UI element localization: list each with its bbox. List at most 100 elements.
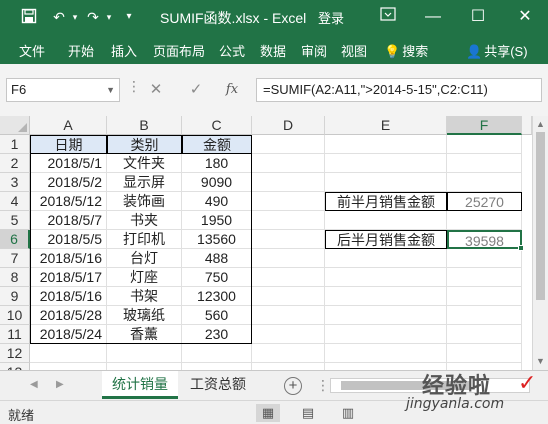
scroll-thumb[interactable] <box>536 132 545 300</box>
row-header-8[interactable]: 8 <box>0 268 30 287</box>
tab-view[interactable]: 视图 <box>341 41 367 60</box>
date-cell[interactable]: 2018/5/24 <box>30 325 107 344</box>
date-cell[interactable]: 2018/5/5 <box>30 230 107 249</box>
date-cell[interactable]: 2018/5/16 <box>30 249 107 268</box>
undo-dropdown-icon[interactable]: ▾ <box>66 8 84 26</box>
row-header-10[interactable]: 10 <box>0 306 30 325</box>
grid-cell[interactable] <box>252 173 325 192</box>
grid-cell[interactable] <box>325 211 447 230</box>
grid-cell[interactable] <box>325 135 447 154</box>
row-header-4[interactable]: 4 <box>0 192 30 211</box>
summary-value-cell[interactable]: 25270 <box>447 192 522 211</box>
chevron-down-icon[interactable]: ▼ <box>106 79 115 101</box>
name-box[interactable]: F6 ▼ <box>6 78 120 102</box>
amount-cell[interactable]: 9090 <box>182 173 252 192</box>
table-header-cell[interactable]: 日期 <box>30 135 107 154</box>
grid-cell[interactable] <box>447 211 522 230</box>
page-layout-view-icon[interactable]: ▤ <box>296 404 320 422</box>
close-icon[interactable]: ✕ <box>510 4 540 30</box>
date-cell[interactable]: 2018/5/2 <box>30 173 107 192</box>
grid-cell[interactable] <box>447 154 522 173</box>
category-cell[interactable]: 灯座 <box>107 268 182 287</box>
grid-cell[interactable] <box>447 344 522 363</box>
summary-label-cell[interactable]: 前半月销售金额 <box>325 192 447 211</box>
amount-cell[interactable]: 230 <box>182 325 252 344</box>
grid-cell[interactable] <box>325 363 447 370</box>
category-cell[interactable]: 装饰画 <box>107 192 182 211</box>
row-header-3[interactable]: 3 <box>0 173 30 192</box>
grid-cell[interactable] <box>447 363 522 370</box>
date-cell[interactable]: 2018/5/7 <box>30 211 107 230</box>
grid-cell[interactable] <box>325 306 447 325</box>
category-cell[interactable]: 玻璃纸 <box>107 306 182 325</box>
column-header-d[interactable]: D <box>252 116 325 135</box>
date-cell[interactable]: 2018/5/28 <box>30 306 107 325</box>
amount-cell[interactable]: 12300 <box>182 287 252 306</box>
amount-cell[interactable]: 180 <box>182 154 252 173</box>
next-sheet-icon[interactable]: ▶ <box>56 379 64 390</box>
grid-cell[interactable] <box>447 306 522 325</box>
vertical-scrollbar[interactable]: ▲ ▼ <box>532 116 548 370</box>
category-cell[interactable]: 显示屏 <box>107 173 182 192</box>
grid-cell[interactable] <box>252 306 325 325</box>
date-cell[interactable]: 2018/5/16 <box>30 287 107 306</box>
row-header-12[interactable]: 12 <box>0 344 30 363</box>
summary-label-cell[interactable]: 后半月销售金额 <box>325 230 447 249</box>
grid-cell[interactable] <box>325 249 447 268</box>
grid-cell[interactable] <box>30 363 107 370</box>
table-header-cell[interactable]: 金额 <box>182 135 252 154</box>
scroll-up-icon[interactable]: ▲ <box>536 119 545 129</box>
category-cell[interactable]: 台灯 <box>107 249 182 268</box>
row-header-11[interactable]: 11 <box>0 325 30 344</box>
grid-cell[interactable] <box>252 249 325 268</box>
grid-cell[interactable] <box>182 344 252 363</box>
tab-insert[interactable]: 插入 <box>111 41 137 60</box>
cancel-icon[interactable]: ✕ <box>146 79 166 101</box>
customize-toolbar-icon[interactable]: ▾ <box>120 8 138 26</box>
active-cell[interactable]: 39598 <box>447 230 524 251</box>
sheet-tab-salary[interactable]: 工资总额 <box>180 371 256 399</box>
category-cell[interactable]: 书架 <box>107 287 182 306</box>
grid-cell[interactable] <box>325 173 447 192</box>
row-header-5[interactable]: 5 <box>0 211 30 230</box>
tell-me-search[interactable]: 💡 搜索 <box>384 41 428 60</box>
grid-cell[interactable] <box>325 154 447 173</box>
row-header-6[interactable]: 6 <box>0 230 30 249</box>
restore-icon[interactable]: ☐ <box>463 4 493 30</box>
category-cell[interactable]: 香薰 <box>107 325 182 344</box>
tab-file[interactable]: 文件 <box>19 41 45 60</box>
spreadsheet-grid[interactable]: ▲ ▼ ABCDEF12345678910111213日期类别金额2018/5/… <box>0 116 548 370</box>
tab-home[interactable]: 开始 <box>68 41 94 60</box>
grid-cell[interactable] <box>252 268 325 287</box>
grid-cell[interactable] <box>447 135 522 154</box>
save-icon[interactable] <box>20 8 38 26</box>
grid-cell[interactable] <box>252 192 325 211</box>
normal-view-icon[interactable]: ▦ <box>256 404 280 422</box>
amount-cell[interactable]: 560 <box>182 306 252 325</box>
amount-cell[interactable]: 488 <box>182 249 252 268</box>
sheet-tab-statistics[interactable]: 统计销量 <box>102 371 178 399</box>
grid-cell[interactable] <box>107 344 182 363</box>
grid-cell[interactable] <box>252 211 325 230</box>
grid-cell[interactable] <box>252 344 325 363</box>
amount-cell[interactable]: 490 <box>182 192 252 211</box>
select-all-button[interactable] <box>0 116 30 135</box>
grid-cell[interactable] <box>447 173 522 192</box>
grid-cell[interactable] <box>30 344 107 363</box>
enter-icon[interactable]: ✓ <box>186 79 206 101</box>
grid-cell[interactable] <box>252 363 325 370</box>
hscroll-thumb[interactable] <box>341 381 471 390</box>
row-header-1[interactable]: 1 <box>0 135 30 154</box>
table-header-cell[interactable]: 类别 <box>107 135 182 154</box>
amount-cell[interactable]: 13560 <box>182 230 252 249</box>
grid-cell[interactable] <box>252 325 325 344</box>
tab-formulas[interactable]: 公式 <box>219 41 245 60</box>
redo-dropdown-icon[interactable]: ▾ <box>100 8 118 26</box>
grid-cell[interactable] <box>182 363 252 370</box>
split-handle-icon[interactable]: ⋮ <box>316 377 330 394</box>
grid-cell[interactable] <box>325 287 447 306</box>
row-header-9[interactable]: 9 <box>0 287 30 306</box>
grid-cell[interactable] <box>252 135 325 154</box>
column-header-e[interactable]: E <box>325 116 447 135</box>
category-cell[interactable]: 书夹 <box>107 211 182 230</box>
